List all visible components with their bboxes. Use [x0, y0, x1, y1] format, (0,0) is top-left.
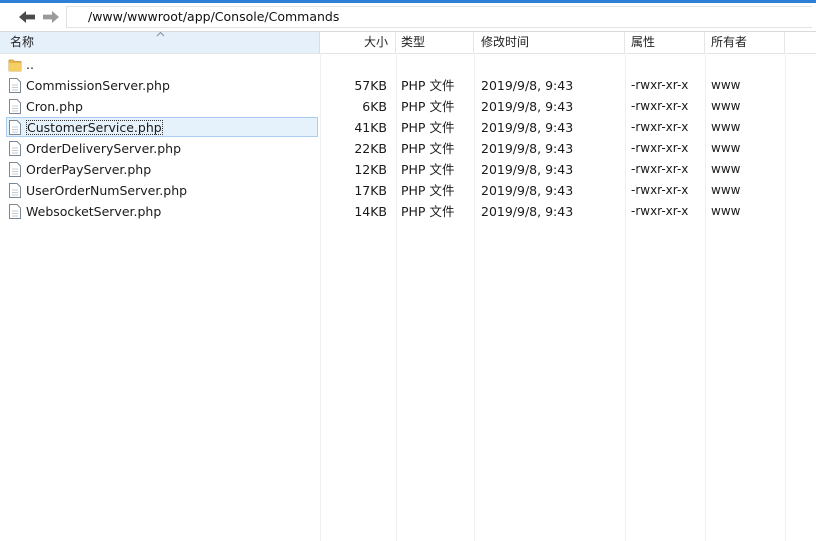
file-owner: www [711, 99, 741, 113]
table-row[interactable]: CommissionServer.php 57KB PHP 文件 2019/9/… [0, 75, 816, 96]
table-row-selected[interactable]: CustomerService.php 41KB PHP 文件 2019/9/8… [0, 117, 816, 138]
file-size: 12KB [354, 162, 387, 177]
file-icon [8, 182, 22, 199]
file-type: PHP 文件 [401, 78, 455, 93]
file-owner: www [711, 141, 741, 155]
file-name: CommissionServer.php [26, 78, 170, 93]
file-name: OrderPayServer.php [26, 162, 152, 177]
file-type: PHP 文件 [401, 141, 455, 156]
file-size: 22KB [354, 141, 387, 156]
file-name-focus: CustomerService.php [26, 120, 163, 135]
file-attributes: -rwxr-xr-x [631, 120, 689, 134]
file-attributes: -rwxr-xr-x [631, 183, 689, 197]
column-header-row: 名称 大小 类型 修改时间 属性 所有者 [0, 31, 816, 54]
file-type: PHP 文件 [401, 183, 455, 198]
table-row[interactable]: OrderPayServer.php 12KB PHP 文件 2019/9/8,… [0, 159, 816, 180]
file-modified: 2019/9/8, 9:43 [481, 99, 574, 114]
folder-icon [8, 56, 22, 73]
file-owner: www [711, 120, 741, 134]
file-name: OrderDeliveryServer.php [26, 141, 182, 156]
file-icon [8, 140, 22, 157]
file-name: CustomerService.php [26, 117, 163, 138]
path-input[interactable]: /www/wwwroot/app/Console/Commands [66, 6, 812, 28]
file-icon [8, 119, 22, 136]
file-owner: www [711, 183, 741, 197]
file-attributes: -rwxr-xr-x [631, 99, 689, 113]
file-name: Cron.php [26, 99, 83, 114]
file-size: 14KB [354, 204, 387, 219]
file-modified: 2019/9/8, 9:43 [481, 204, 574, 219]
file-icon [8, 77, 22, 94]
column-header-name[interactable]: 名称 [0, 31, 320, 53]
column-header-owner[interactable]: 所有者 [705, 32, 785, 53]
file-modified: 2019/9/8, 9:43 [481, 183, 574, 198]
file-name: WebsocketServer.php [26, 204, 162, 219]
file-name: UserOrderNumServer.php [26, 183, 188, 198]
table-row[interactable]: OrderDeliveryServer.php 22KB PHP 文件 2019… [0, 138, 816, 159]
file-attributes: -rwxr-xr-x [631, 78, 689, 92]
forward-button[interactable] [40, 6, 62, 28]
file-type: PHP 文件 [401, 162, 455, 177]
file-type: PHP 文件 [401, 204, 455, 219]
column-header-type[interactable]: 类型 [396, 32, 474, 53]
file-modified: 2019/9/8, 9:43 [481, 141, 574, 156]
file-attributes: -rwxr-xr-x [631, 204, 689, 218]
file-icon [8, 161, 22, 178]
column-header-attributes[interactable]: 属性 [625, 32, 705, 53]
parent-directory-label: .. [26, 57, 34, 72]
table-row[interactable]: WebsocketServer.php 14KB PHP 文件 2019/9/8… [0, 201, 816, 222]
file-owner: www [711, 204, 741, 218]
file-attributes: -rwxr-xr-x [631, 141, 689, 155]
file-type: PHP 文件 [401, 99, 455, 114]
table-row[interactable]: Cron.php 6KB PHP 文件 2019/9/8, 9:43 -rwxr… [0, 96, 816, 117]
file-owner: www [711, 162, 741, 176]
file-type: PHP 文件 [401, 120, 455, 135]
file-icon [8, 203, 22, 220]
file-modified: 2019/9/8, 9:43 [481, 78, 574, 93]
file-modified: 2019/9/8, 9:43 [481, 120, 574, 135]
back-button[interactable] [16, 6, 38, 28]
column-header-modified[interactable]: 修改时间 [474, 32, 625, 53]
file-size: 41KB [354, 120, 387, 135]
column-header-size[interactable]: 大小 [320, 32, 396, 53]
file-attributes: -rwxr-xr-x [631, 162, 689, 176]
parent-directory-row[interactable]: .. [0, 54, 816, 75]
file-icon [8, 98, 22, 115]
table-row[interactable]: UserOrderNumServer.php 17KB PHP 文件 2019/… [0, 180, 816, 201]
column-header-name-label: 名称 [10, 35, 35, 49]
file-size: 6KB [362, 99, 387, 114]
sort-ascending-icon [156, 31, 165, 37]
file-size: 57KB [354, 78, 387, 93]
arrow-left-icon [19, 11, 35, 23]
arrow-right-icon [43, 11, 59, 23]
file-size: 17KB [354, 183, 387, 198]
file-owner: www [711, 78, 741, 92]
navigation-toolbar: /www/wwwroot/app/Console/Commands [0, 3, 816, 32]
file-modified: 2019/9/8, 9:43 [481, 162, 574, 177]
